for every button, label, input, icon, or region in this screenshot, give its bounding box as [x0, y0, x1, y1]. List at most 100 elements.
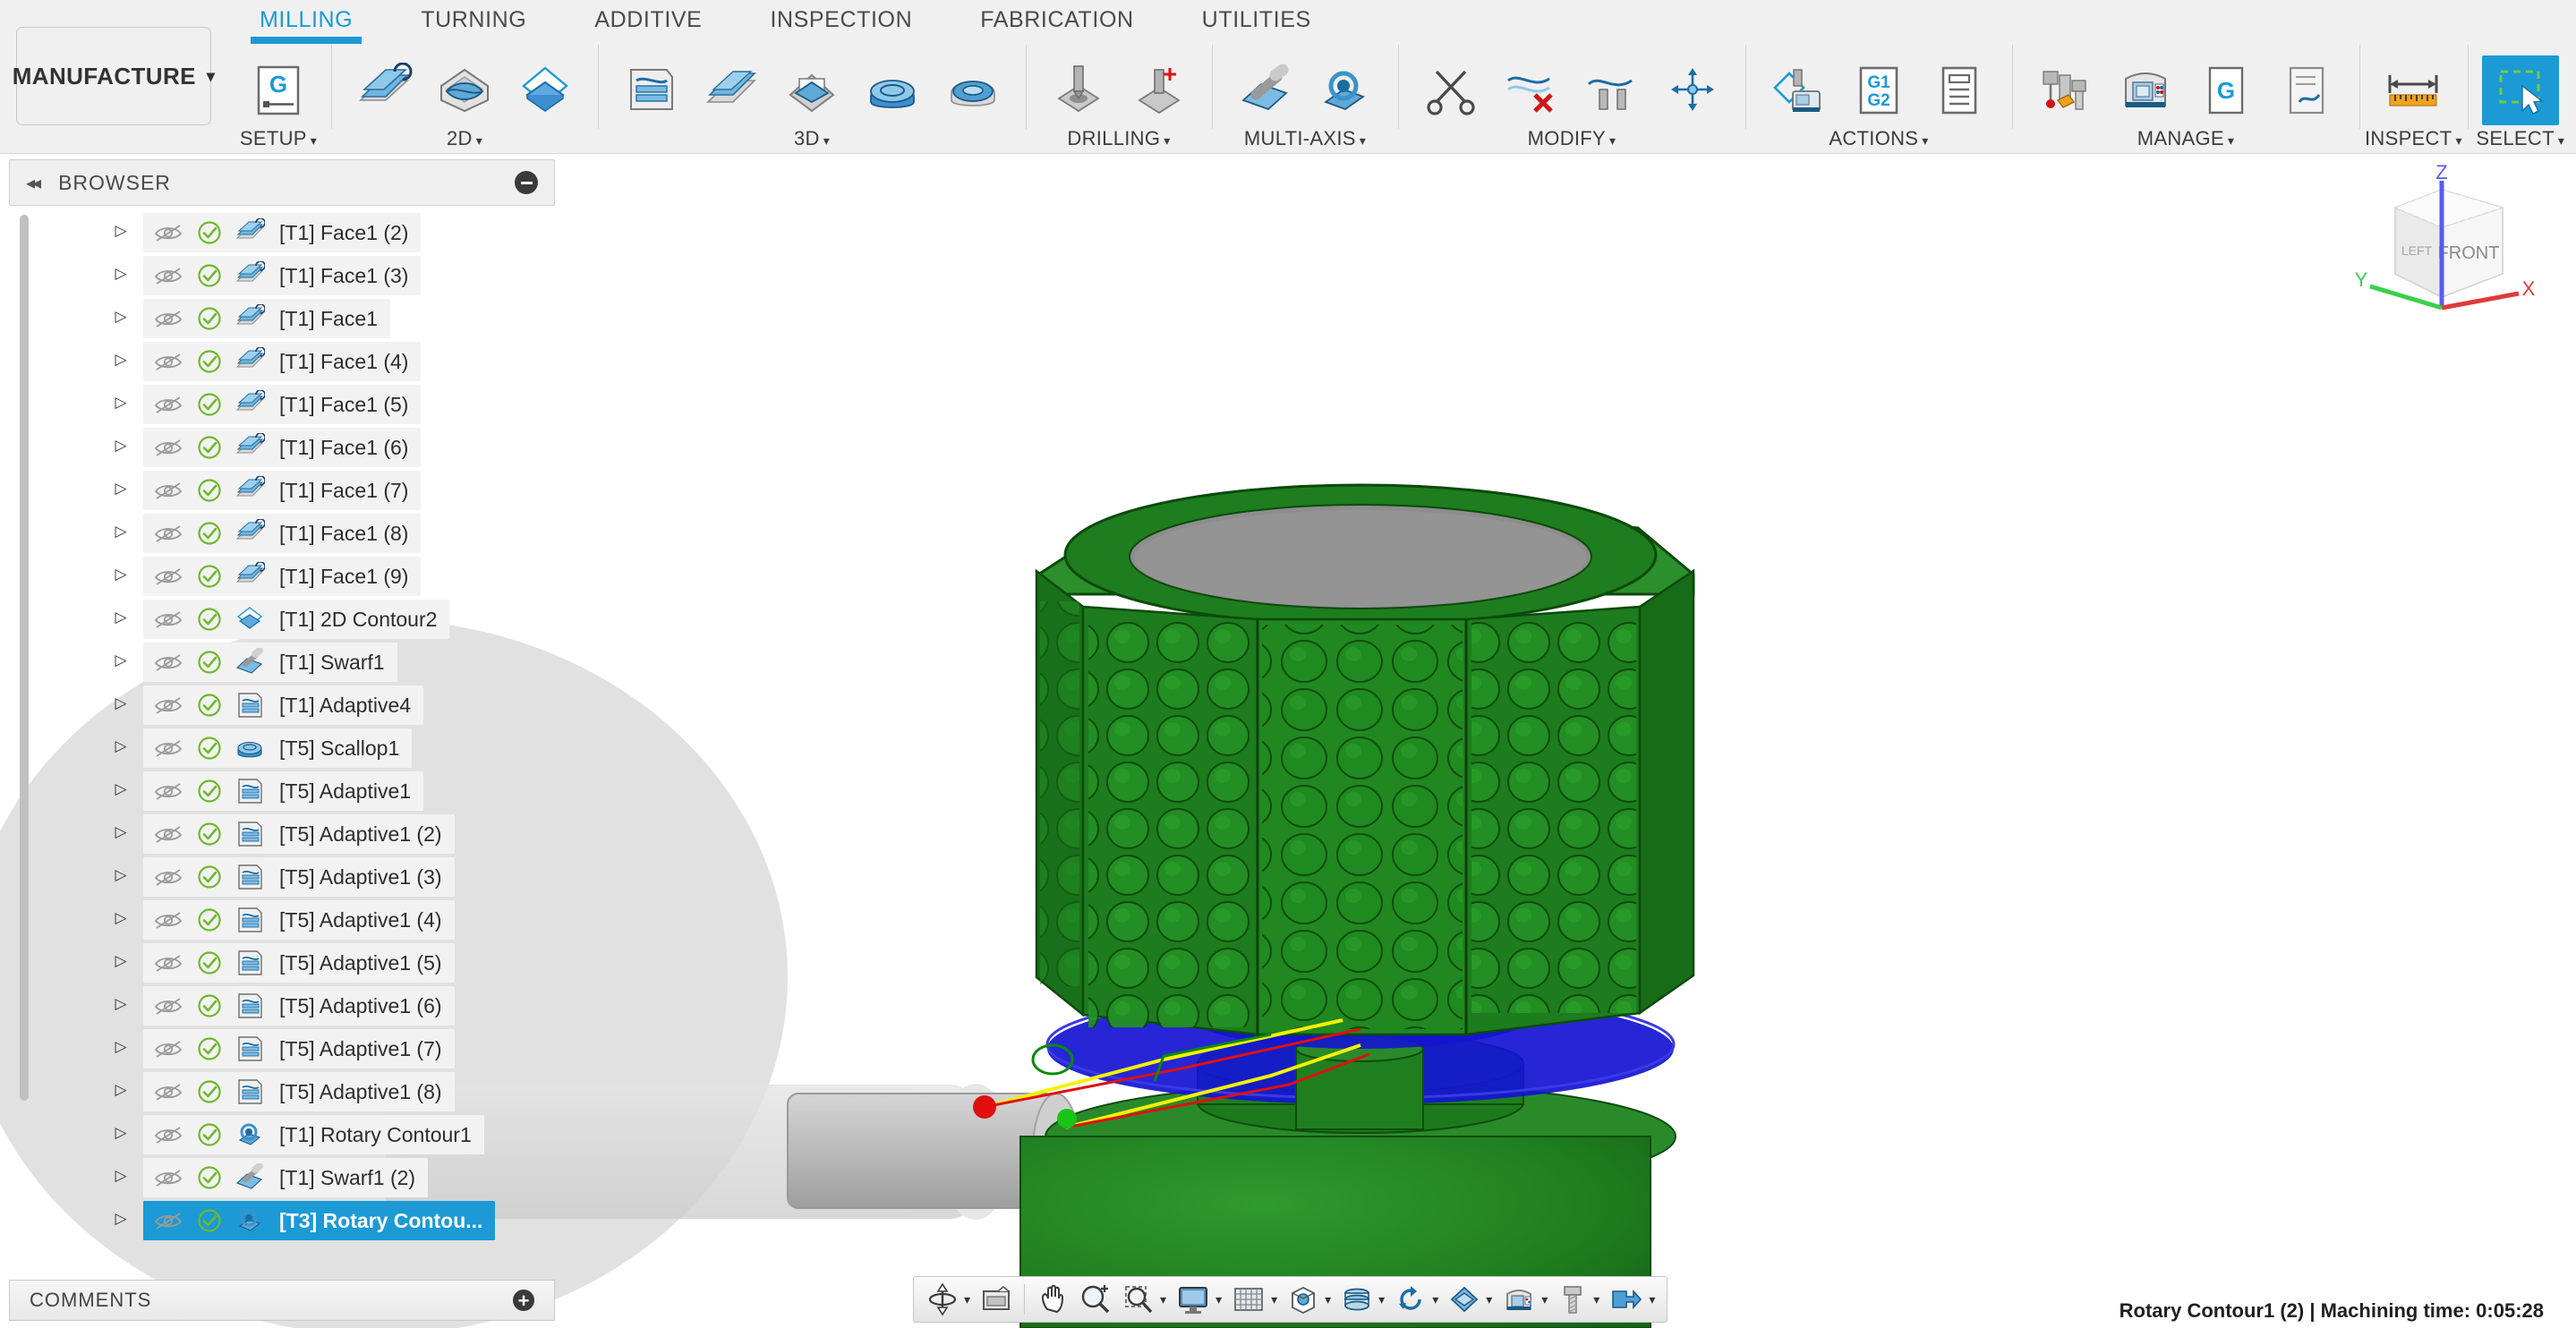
- operation-row[interactable]: ▷ [T5] Adaptive1 (7): [9, 1027, 555, 1070]
- visibility-eye-icon[interactable]: [147, 350, 190, 373]
- visibility-eye-icon[interactable]: [147, 565, 190, 588]
- radial-icon[interactable]: [934, 55, 1011, 125]
- visibility-eye-icon[interactable]: [147, 264, 190, 287]
- operation-row-content[interactable]: [T1] Face1 (9): [143, 557, 422, 596]
- tab-additive[interactable]: ADDITIVE: [560, 0, 736, 39]
- operation-row-content[interactable]: [T1] Face1 (3): [143, 256, 422, 295]
- operation-row-content[interactable]: [T5] Adaptive1 (6): [143, 986, 455, 1026]
- expand-triangle-icon[interactable]: ▷: [106, 952, 136, 970]
- tab-turning[interactable]: TURNING: [387, 0, 560, 39]
- expand-triangle-icon[interactable]: ▷: [106, 737, 136, 755]
- generate-icon[interactable]: G: [2188, 55, 2265, 125]
- operation-row[interactable]: ▷ [T5] Adaptive1 (6): [9, 984, 555, 1027]
- expand-triangle-icon[interactable]: ▷: [106, 1038, 136, 1056]
- tab-fabrication[interactable]: FABRICATION: [946, 0, 1167, 39]
- scallop-icon[interactable]: [854, 55, 931, 125]
- ribbon-group-select-label[interactable]: SELECT ▾: [2476, 125, 2564, 152]
- transform-icon[interactable]: [1654, 55, 1731, 125]
- operation-row[interactable]: ▷ [T1] Face1 (9): [9, 555, 555, 598]
- expand-triangle-icon[interactable]: ▷: [106, 866, 136, 884]
- operation-row[interactable]: ▷ [T1] Face1 (7): [9, 469, 555, 512]
- operation-row-content[interactable]: [T1] Face1 (4): [143, 342, 422, 381]
- operation-row-content[interactable]: [T5] Adaptive1: [143, 771, 424, 811]
- swarf-icon[interactable]: [1226, 55, 1303, 125]
- machine-library-icon[interactable]: [2107, 55, 2184, 125]
- ribbon-group-manage-label[interactable]: MANAGE ▾: [2137, 125, 2234, 152]
- visibility-eye-icon[interactable]: [147, 1209, 190, 1232]
- visibility-eye-icon[interactable]: [147, 951, 190, 975]
- expand-triangle-icon[interactable]: ▷: [106, 651, 136, 669]
- operation-row[interactable]: ▷ [T1] Swarf1 (2): [9, 1156, 555, 1199]
- visibility-eye-icon[interactable]: [147, 479, 190, 502]
- visibility-eye-icon[interactable]: [147, 865, 190, 889]
- operation-row[interactable]: ▷ [T5] Adaptive1 (8): [9, 1070, 555, 1113]
- operation-row[interactable]: ▷ [T1] Face1 (6): [9, 426, 555, 469]
- ribbon-group-setup-label[interactable]: SETUP ▾: [240, 125, 317, 152]
- operation-row-content[interactable]: [T1] Face1 (6): [143, 428, 422, 467]
- ribbon-group-inspect-label[interactable]: INSPECT ▾: [2365, 125, 2462, 152]
- operation-row-content[interactable]: [T5] Adaptive1 (5): [143, 943, 455, 983]
- operation-row-content[interactable]: [T1] Adaptive4: [143, 685, 424, 725]
- scissors-icon[interactable]: [1412, 55, 1489, 125]
- measure-icon[interactable]: [2375, 55, 2452, 125]
- expand-triangle-icon[interactable]: ▷: [106, 437, 136, 455]
- operation-row[interactable]: ▷ [T5] Scallop1: [9, 727, 555, 770]
- operation-row[interactable]: ▷ [T1] Face1 (8): [9, 512, 555, 555]
- operation-row[interactable]: ▷ [T5] Adaptive1 (4): [9, 898, 555, 941]
- operation-row[interactable]: ▷ [T1] Swarf1: [9, 641, 555, 684]
- operation-row-content[interactable]: [T1] Face1 (7): [143, 471, 422, 510]
- expand-triangle-icon[interactable]: ▷: [106, 995, 136, 1013]
- workspace-switcher[interactable]: MANUFACTURE ▾: [13, 27, 215, 125]
- visibility-eye-icon[interactable]: [147, 822, 190, 846]
- visibility-eye-icon[interactable]: [147, 994, 190, 1017]
- ribbon-group-3d-label[interactable]: 3D ▾: [794, 125, 830, 152]
- ribbon-group-multiaxis-label[interactable]: MULTI-AXIS ▾: [1244, 125, 1366, 152]
- drill-icon[interactable]: [1040, 55, 1117, 125]
- expand-triangle-icon[interactable]: ▷: [106, 1081, 136, 1099]
- visibility-eye-icon[interactable]: [147, 651, 190, 674]
- expand-triangle-icon[interactable]: ▷: [106, 265, 136, 283]
- operation-row-content[interactable]: [T5] Adaptive1 (4): [143, 900, 455, 940]
- operation-row[interactable]: ▷ [T1] Face1 (5): [9, 383, 555, 426]
- operation-row-content[interactable]: [T1] Rotary Contour1: [143, 1115, 484, 1154]
- visibility-eye-icon[interactable]: [147, 779, 190, 803]
- expand-triangle-icon[interactable]: ▷: [106, 823, 136, 841]
- visibility-eye-icon[interactable]: [147, 221, 190, 244]
- visibility-eye-icon[interactable]: [147, 908, 190, 932]
- expand-triangle-icon[interactable]: ▷: [106, 694, 136, 712]
- operation-row-content[interactable]: [T5] Adaptive1 (7): [143, 1029, 455, 1068]
- operation-row[interactable]: ▷ [T5] Adaptive1 (2): [9, 813, 555, 856]
- visibility-eye-icon[interactable]: [147, 393, 190, 416]
- expand-triangle-icon[interactable]: ▷: [106, 609, 136, 626]
- setup-g-icon[interactable]: G: [240, 55, 317, 125]
- operation-row-content[interactable]: [T1] Face1 (5): [143, 385, 422, 424]
- tool-library-icon[interactable]: [2026, 55, 2103, 125]
- visibility-eye-icon[interactable]: [147, 608, 190, 631]
- operation-row-content[interactable]: [T5] Scallop1: [143, 728, 413, 768]
- operation-row-content[interactable]: [T1] Swarf1: [143, 643, 397, 682]
- collapse-left-icon[interactable]: ◂◂: [26, 172, 41, 194]
- visibility-eye-icon[interactable]: [147, 307, 190, 330]
- expand-triangle-icon[interactable]: ▷: [106, 1210, 136, 1228]
- operation-row[interactable]: ▷ [T1] Face1: [9, 297, 555, 340]
- parallel-icon[interactable]: [693, 55, 770, 125]
- operation-row-content[interactable]: [T1] Face1 (2): [143, 213, 422, 252]
- visibility-eye-icon[interactable]: [147, 694, 190, 717]
- adaptive3d-icon[interactable]: [612, 55, 689, 125]
- operation-row[interactable]: ▷ [T1] Rotary Contour1: [9, 1113, 555, 1156]
- ribbon-group-actions-label[interactable]: ACTIONS ▾: [1829, 125, 1928, 152]
- expand-triangle-icon[interactable]: ▷: [106, 308, 136, 326]
- visibility-eye-icon[interactable]: [147, 1037, 190, 1060]
- operation-row-content[interactable]: [T5] Adaptive1 (2): [143, 814, 455, 854]
- pocket3d-icon[interactable]: [773, 55, 850, 125]
- visibility-eye-icon[interactable]: [147, 436, 190, 459]
- face-icon[interactable]: [345, 55, 422, 125]
- ribbon-group-modify-label[interactable]: MODIFY ▾: [1528, 125, 1616, 152]
- visibility-eye-icon[interactable]: [147, 522, 190, 545]
- expand-triangle-icon[interactable]: ▷: [106, 1167, 136, 1185]
- operation-row[interactable]: ▷ [T5] Adaptive1 (5): [9, 941, 555, 984]
- operation-row-content[interactable]: [T5] Adaptive1 (3): [143, 857, 455, 897]
- operation-row[interactable]: ▷ [T5] Adaptive1 (3): [9, 856, 555, 898]
- operation-row-content[interactable]: [T3] Rotary Contou...: [143, 1201, 496, 1240]
- operation-row-content[interactable]: [T1] 2D Contour2: [143, 600, 450, 639]
